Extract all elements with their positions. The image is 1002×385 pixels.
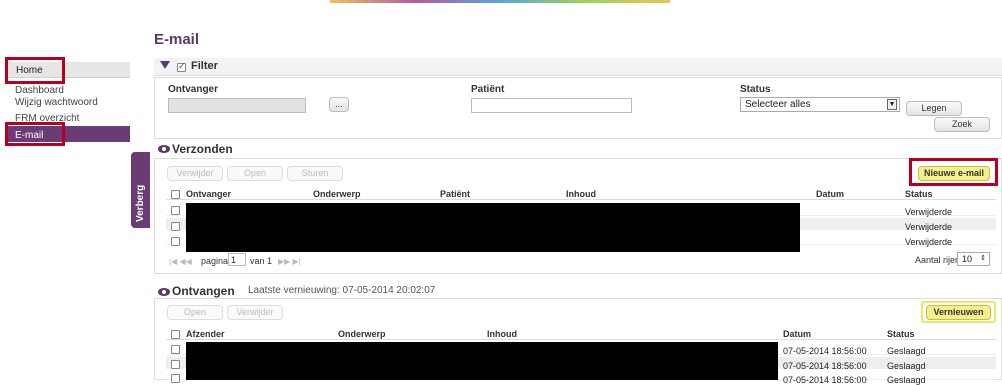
patient-label: Patiënt [471,84,505,95]
row-checkbox[interactable] [171,222,180,231]
rows-per-page-label: Aantal rijen [915,255,961,265]
status-select-value: Selecteer alles [745,99,811,110]
row-status: Geslaagd [887,361,926,371]
status-label: Status [740,84,771,95]
received-delete-button[interactable]: Verwijder [227,305,283,320]
row-status: Geslaagd [887,346,926,356]
chevron-down-icon: ▼ [887,99,897,110]
row-checkbox[interactable] [171,345,180,354]
row-status: Verwijderde [905,237,953,247]
hide-tab-label: Verberg [135,184,146,222]
received-col-afzender[interactable]: Afzender [186,329,225,339]
sent-col-status[interactable]: Status [905,189,933,199]
rows-per-page-select[interactable]: 10 ⇕ [957,252,990,266]
highlight-home [5,57,65,84]
row-checkbox[interactable] [171,237,180,246]
clear-button[interactable]: Legen [906,101,962,116]
hide-sidebar-tab[interactable]: Verberg [131,152,150,228]
refresh-button[interactable]: Vernieuwen [926,305,991,320]
redacted-block [186,203,800,252]
row-checkbox[interactable] [171,360,180,369]
row-date: 07-05-2014 18:56:00 [783,375,867,385]
sent-send-button[interactable]: Sturen [287,166,343,181]
row-date: 07-05-2014 18:56:00 [783,361,867,371]
eye-icon[interactable] [158,288,170,296]
patient-input[interactable] [471,98,632,113]
filter-checkbox[interactable] [177,61,186,72]
received-select-all-checkbox[interactable] [171,330,180,339]
sent-open-button[interactable]: Open [227,166,283,181]
sent-select-all-checkbox[interactable] [171,190,180,199]
sidebar-item-dashboard[interactable]: Dashboard [15,85,64,96]
highlight-email [5,122,65,146]
status-select[interactable]: Selecteer alles ▼ [740,97,900,112]
sent-col-datum[interactable]: Datum [816,189,844,199]
top-accent-line [330,0,670,3]
row-status: Verwijderde [905,207,953,217]
ontvanger-input[interactable] [168,98,306,113]
sent-col-onderwerp[interactable]: Onderwerp [313,189,361,199]
row-status: Verwijderde [905,222,953,232]
pager-page-value: 1 [231,255,237,265]
search-button[interactable]: Zoek [934,117,990,132]
sent-col-patient[interactable]: Patiënt [440,189,470,199]
rows-per-page-value: 10 [962,254,973,264]
received-col-status[interactable]: Status [887,329,915,339]
received-table-header [166,326,996,340]
sent-delete-button[interactable]: Verwijder [167,166,223,181]
last-refresh-text: Laatste vernieuwing: 07-05-2014 20:02:07 [248,285,436,296]
pager-next-last[interactable]: ▶▶ ▶| [278,257,301,266]
sent-col-ontvanger[interactable]: Ontvanger [186,189,231,199]
pager-page-input[interactable]: 1 [228,253,246,266]
pager-of-label: van 1 [250,256,273,266]
eye-icon[interactable] [158,145,170,153]
sent-section-title: Verzonden [172,142,233,156]
stepper-icon: ⇕ [980,255,986,262]
received-col-inhoud[interactable]: Inhoud [487,329,517,339]
new-email-button[interactable]: Nieuwe e-mail [918,166,990,181]
row-checkbox[interactable] [171,374,180,383]
redacted-block [186,342,778,380]
sidebar-item-change-password[interactable]: Wijzig wachtwoord [15,97,98,108]
ontvanger-label: Ontvanger [168,84,219,95]
page-title: E-mail [154,31,200,48]
browse-button[interactable]: ... [329,97,349,112]
filter-label: Filter [191,60,218,72]
row-date: 07-05-2014 18:56:00 [783,346,867,356]
filter-header [154,58,1002,76]
received-col-datum[interactable]: Datum [783,329,811,339]
row-status: Geslaagd [887,375,926,385]
pager-first-prev[interactable]: |◀ ◀◀ [169,257,192,266]
received-open-button[interactable]: Open [167,305,223,320]
pager-page-label: pagina [201,256,229,266]
sent-col-inhoud[interactable]: Inhoud [566,189,596,199]
received-section-title: Ontvangen [172,284,235,298]
row-checkbox[interactable] [171,206,180,215]
funnel-icon [160,61,170,69]
received-col-onderwerp[interactable]: Onderwerp [338,329,386,339]
